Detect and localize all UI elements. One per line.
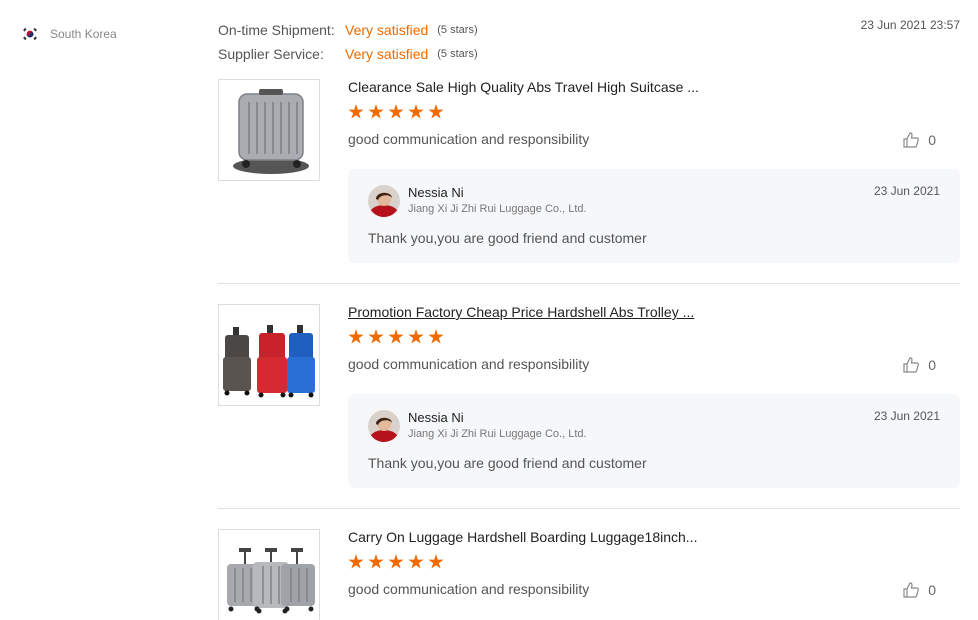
like-count: 0	[928, 582, 936, 598]
star-icon	[388, 554, 404, 569]
star-icon	[388, 329, 404, 344]
reply-author: Nessia Ni	[408, 410, 464, 425]
rating-label: On-time Shipment:	[218, 22, 335, 38]
like-button[interactable]: 0	[902, 581, 936, 599]
product-thumbnail[interactable]	[218, 529, 320, 620]
like-button[interactable]: 0	[902, 131, 936, 149]
suitcase-set-image	[223, 325, 315, 398]
thumbs-up-icon	[903, 132, 920, 148]
product-thumbnail[interactable]	[218, 304, 320, 406]
star-icon	[408, 554, 424, 569]
like-count: 0	[928, 132, 936, 148]
suitcase-set-image	[227, 548, 315, 614]
like-button[interactable]: 0	[902, 356, 936, 374]
divider	[218, 283, 960, 284]
review-rating	[348, 329, 448, 345]
reply-text: Thank you,you are good friend and custom…	[368, 455, 647, 471]
review-comment: good communication and responsibility	[348, 131, 590, 147]
reply-date: 23 Jun 2021	[873, 409, 940, 423]
star-icon	[428, 554, 444, 569]
star-icon	[368, 104, 384, 119]
like-count: 0	[928, 357, 936, 373]
rating-value: Very satisfied	[345, 46, 429, 62]
star-icon	[348, 104, 364, 119]
rating-stars-text: (5 stars)	[437, 24, 478, 36]
review-item: Carry On Luggage Hardshell Boarding Lugg…	[218, 529, 960, 620]
reply-date: 23 Jun 2021	[873, 184, 940, 198]
south-korea-flag-icon	[23, 27, 37, 41]
review-timestamp: 23 Jun 2021 23:57	[860, 18, 960, 32]
rating-stars-text: (5 stars)	[437, 48, 478, 60]
star-icon	[388, 104, 404, 119]
review-rating	[348, 104, 448, 120]
star-icon	[368, 554, 384, 569]
star-icon	[408, 104, 424, 119]
review-item: Clearance Sale High Quality Abs Travel H…	[218, 79, 960, 269]
avatar	[368, 410, 400, 442]
reply-company: Jiang Xi Ji Zhi Rui Luggage Co., Ltd.	[408, 203, 587, 215]
reply-company: Jiang Xi Ji Zhi Rui Luggage Co., Ltd.	[408, 428, 587, 440]
supplier-ratings: On-time Shipment: Very satisfied (5 star…	[218, 18, 478, 66]
review-comment: good communication and responsibility	[348, 356, 590, 372]
star-icon	[348, 554, 364, 569]
avatar	[368, 185, 400, 217]
review-item: Promotion Factory Cheap Price Hardshell …	[218, 304, 960, 494]
thumbs-up-icon	[903, 357, 920, 373]
supplier-reply: Nessia Ni Jiang Xi Ji Zhi Rui Luggage Co…	[348, 394, 960, 488]
review-rating	[348, 554, 448, 570]
product-title[interactable]: Carry On Luggage Hardshell Boarding Lugg…	[348, 529, 697, 545]
review-comment: good communication and responsibility	[348, 581, 590, 597]
product-thumbnail[interactable]	[218, 79, 320, 181]
rating-row-service: Supplier Service: Very satisfied (5 star…	[218, 42, 478, 66]
rating-label: Supplier Service:	[218, 46, 324, 62]
star-icon	[368, 329, 384, 344]
reviewer-country: South Korea	[22, 26, 117, 42]
product-title[interactable]: Clearance Sale High Quality Abs Travel H…	[348, 79, 699, 95]
divider	[218, 508, 960, 509]
rating-row-shipment: On-time Shipment: Very satisfied (5 star…	[218, 18, 478, 42]
thumbs-up-icon	[903, 582, 920, 598]
reply-author: Nessia Ni	[408, 185, 464, 200]
star-icon	[428, 104, 444, 119]
supplier-reply: Nessia Ni Jiang Xi Ji Zhi Rui Luggage Co…	[348, 169, 960, 263]
star-icon	[348, 329, 364, 344]
product-title[interactable]: Promotion Factory Cheap Price Hardshell …	[348, 304, 694, 320]
country-name: South Korea	[50, 27, 117, 41]
star-icon	[408, 329, 424, 344]
suitcase-image	[233, 89, 309, 174]
reply-text: Thank you,you are good friend and custom…	[368, 230, 647, 246]
rating-value: Very satisfied	[345, 22, 429, 38]
star-icon	[428, 329, 444, 344]
